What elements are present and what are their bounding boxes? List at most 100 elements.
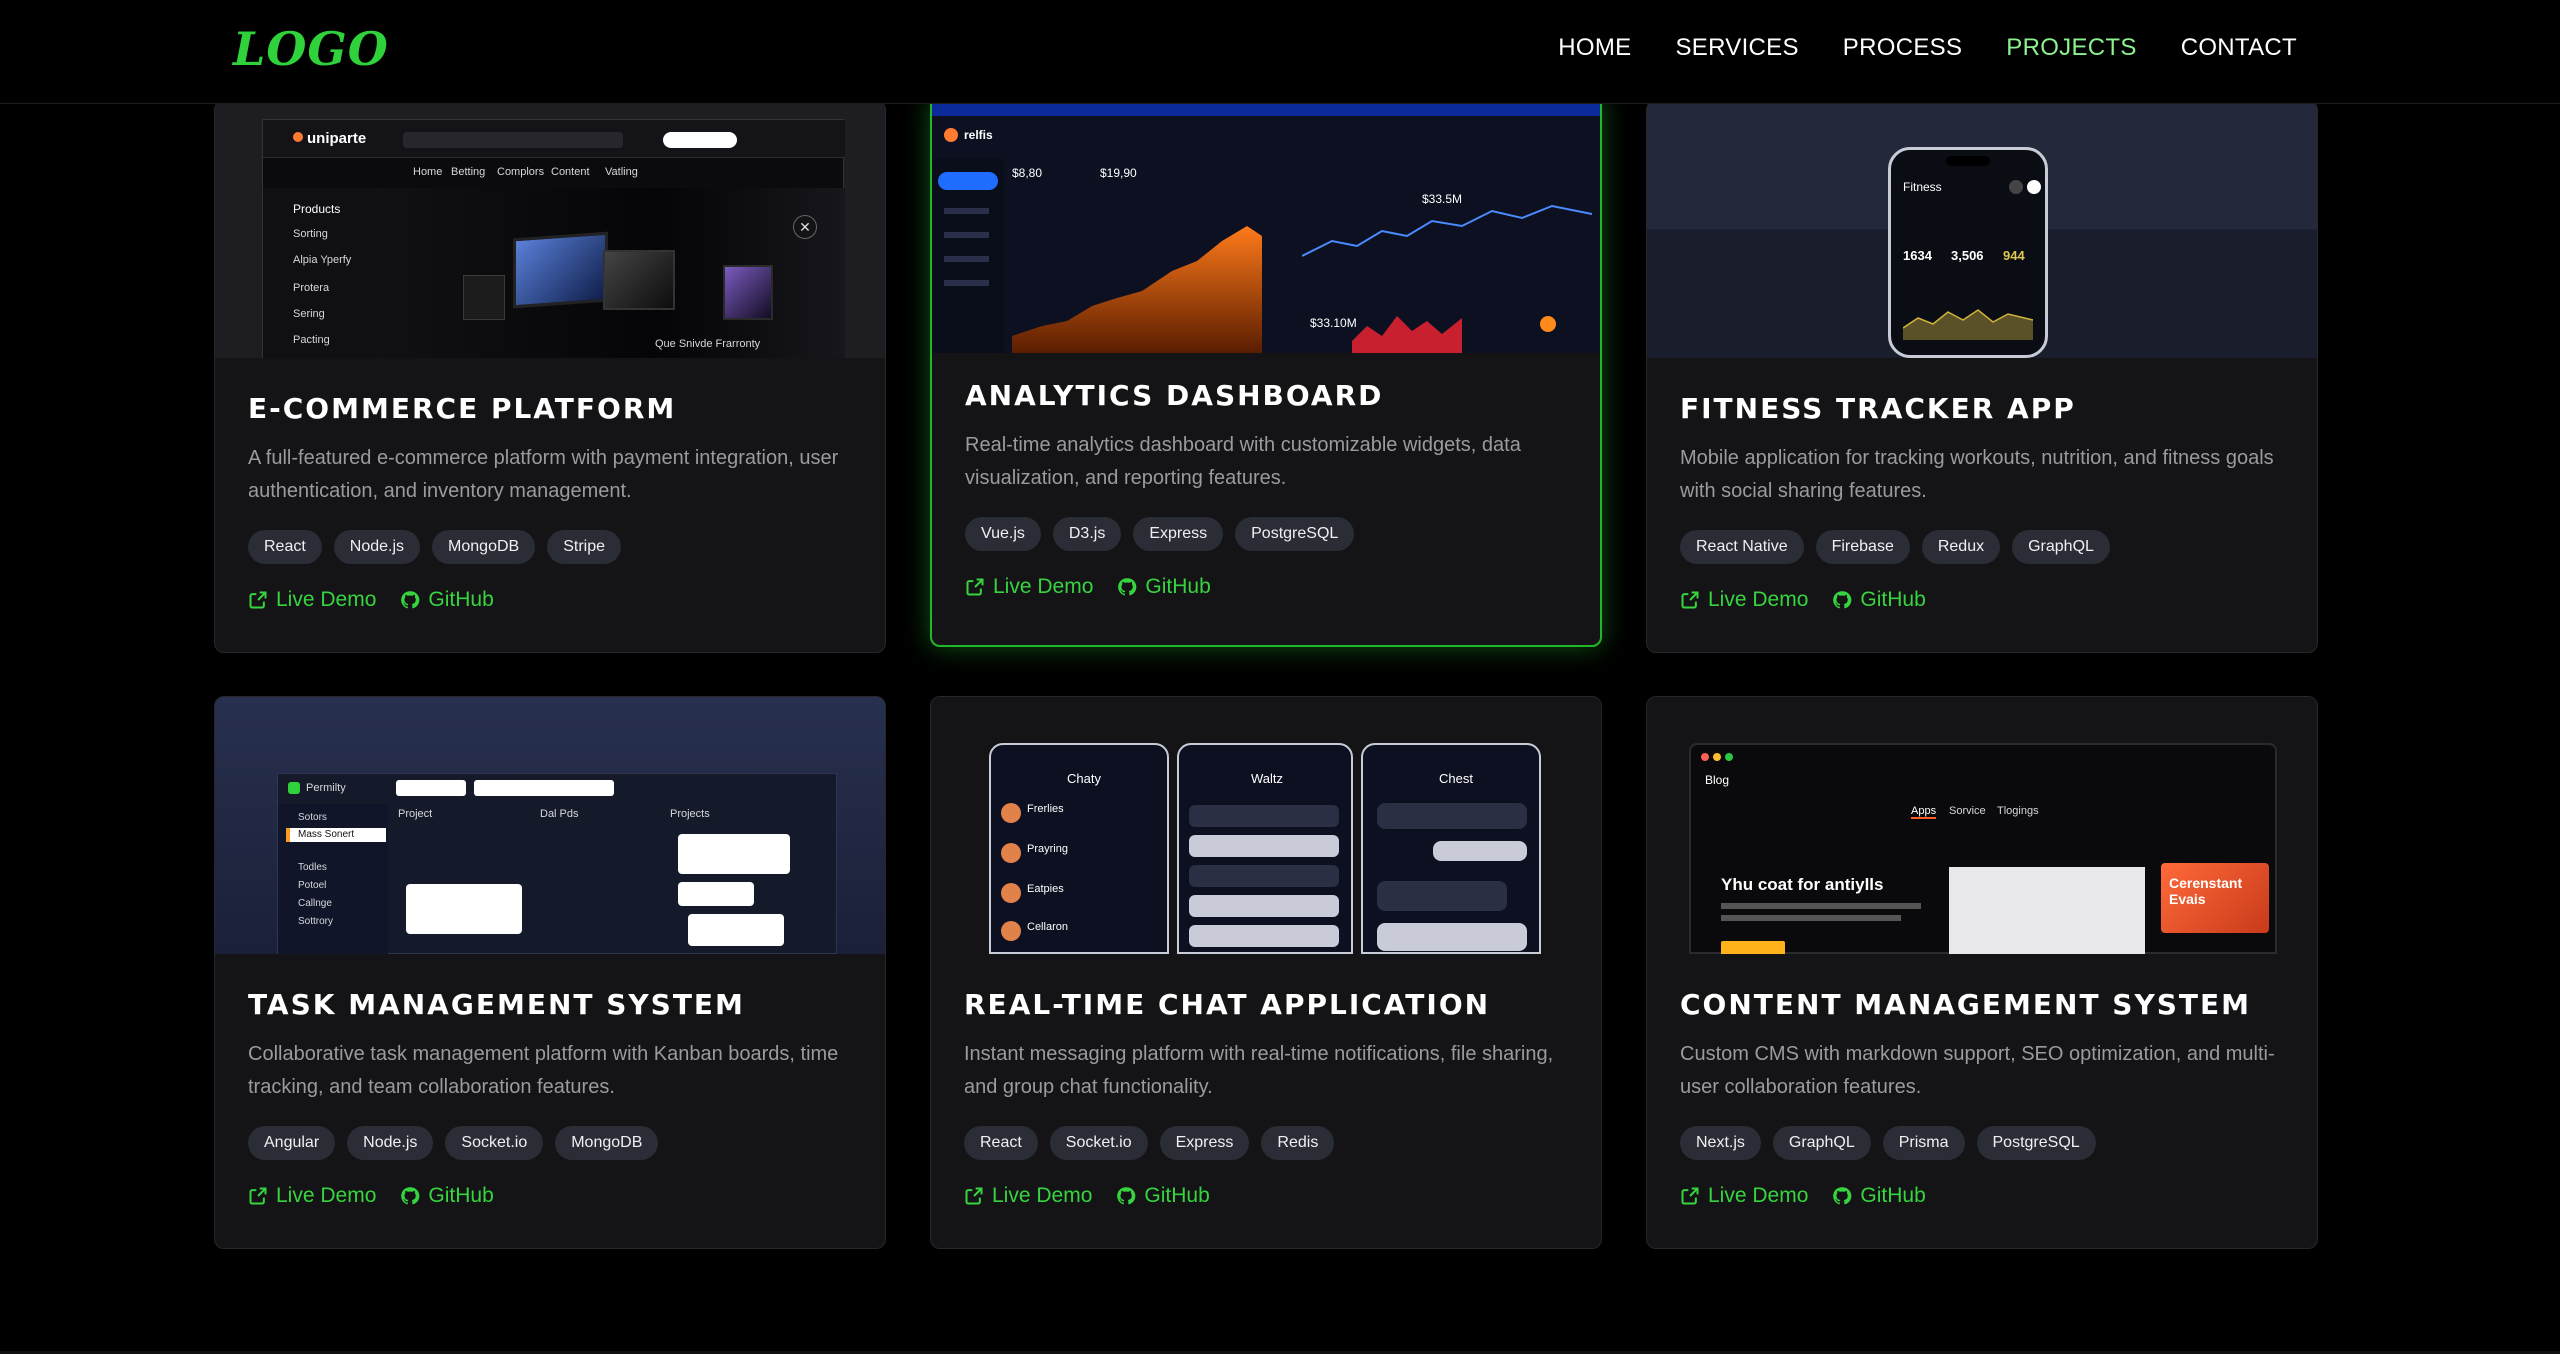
sidebar-item <box>944 232 989 238</box>
cms-back-label: Blog <box>1705 773 1730 787</box>
project-title: ANALYTICS DASHBOARD <box>965 379 1384 412</box>
window-dot <box>1725 753 1733 761</box>
ecommerce-search-bar <box>403 132 623 148</box>
github-label: GitHub <box>1860 588 1926 611</box>
project-description: Custom CMS with markdown support, SEO op… <box>1680 1043 2275 1098</box>
live-demo-link[interactable]: Live Demo <box>964 1184 1092 1208</box>
project-card-task-management[interactable]: Permilty Sotors Mass Sonert Todles Potoe… <box>214 696 886 1249</box>
contact-avatar <box>1001 921 1021 941</box>
project-card-ecommerce[interactable]: uniparte Home Betting Complors Content V… <box>214 100 886 653</box>
external-link-icon <box>249 591 267 609</box>
ecommerce-screen: uniparte Home Betting Complors Content V… <box>262 119 845 358</box>
live-demo-link[interactable]: Live Demo <box>1680 588 1808 612</box>
github-icon <box>401 591 420 609</box>
live-demo-label: Live Demo <box>993 575 1094 598</box>
close-icon[interactable]: ✕ <box>793 215 817 239</box>
chat-contact-3: Eatpies <box>1027 883 1064 895</box>
card-body: E-COMMERCE PLATFORM A full-featured e-co… <box>248 392 852 612</box>
cms-text-line <box>1721 915 1901 921</box>
project-links: Live Demo GitHub <box>1680 1184 2284 1208</box>
nav-home[interactable]: HOME <box>1558 34 1631 62</box>
contact-avatar <box>1001 883 1021 903</box>
tech-tag: Next.js <box>1680 1126 1761 1160</box>
live-demo-link[interactable]: Live Demo <box>248 588 376 612</box>
sidebar-item <box>944 208 989 214</box>
project-card-cms[interactable]: Blog Apps Sorvice Tlogings Yhu coat for … <box>1646 696 2318 1249</box>
orange-area-chart <box>1012 226 1262 353</box>
github-link[interactable]: GitHub <box>1117 575 1211 599</box>
github-link[interactable]: GitHub <box>400 1184 494 1208</box>
chat-phone-1: Chaty Frerlies Prayring Eatpies Cellaron <box>989 743 1169 954</box>
red-area-chart <box>1352 316 1462 353</box>
nav-services[interactable]: SERVICES <box>1675 34 1798 62</box>
ecommerce-sidebar-2: Sorting <box>293 228 328 240</box>
tech-tag: MongoDB <box>432 530 536 564</box>
task-sidebar-1: Sotors <box>298 812 327 823</box>
project-card-fitness[interactable]: Fitness 1634 3,506 944 FITNESS TRACKER A… <box>1646 100 2318 653</box>
live-demo-link[interactable]: Live Demo <box>248 1184 376 1208</box>
github-link[interactable]: GitHub <box>1832 588 1926 612</box>
fitness-stat-3: 944 <box>2003 248 2025 263</box>
ecommerce-sidebar-6: Pacting <box>293 334 330 346</box>
tech-tag: Express <box>1159 1126 1250 1160</box>
github-label: GitHub <box>1145 575 1211 598</box>
nav-process[interactable]: PROCESS <box>1843 34 1962 62</box>
tech-tag: Socket.io <box>1049 1126 1148 1160</box>
tech-tag: GraphQL <box>2012 530 2110 564</box>
card-body: FITNESS TRACKER APP Mobile application f… <box>1680 392 2284 612</box>
card-body: ANALYTICS DASHBOARD Real-time analytics … <box>965 379 1567 599</box>
github-label: GitHub <box>1860 1184 1926 1207</box>
tech-tag: GraphQL <box>1772 1126 1871 1160</box>
project-thumbnail: Blog Apps Sorvice Tlogings Yhu coat for … <box>1647 697 2317 954</box>
phone-notch <box>1946 156 1990 166</box>
contact-avatar <box>1001 803 1021 823</box>
profile-avatar-2 <box>2027 180 2041 194</box>
card-body: TASK MANAGEMENT SYSTEM Collaborative tas… <box>248 988 852 1208</box>
ecommerce-sidebar-5: Sering <box>293 308 325 320</box>
task-search <box>396 780 466 796</box>
ecommerce-sidebar-4: Protera <box>293 282 330 294</box>
live-demo-link[interactable]: Live Demo <box>965 575 1093 599</box>
sidebar-item <box>944 256 989 262</box>
github-link[interactable]: GitHub <box>1832 1184 1926 1208</box>
tech-tags: React Native Firebase Redux GraphQL <box>1680 530 2284 564</box>
project-links: Live Demo GitHub <box>964 1184 1568 1208</box>
cms-text-line <box>1721 903 1921 909</box>
cms-headline: Yhu coat for antiylls <box>1721 875 1884 894</box>
ecommerce-menu-1: Home <box>413 166 443 178</box>
nav-contact[interactable]: CONTACT <box>2181 34 2297 62</box>
project-description: Collaborative task management platform w… <box>248 1043 839 1098</box>
sidebar-item <box>944 280 989 286</box>
project-links: Live Demo GitHub <box>248 588 852 612</box>
logo[interactable]: LOGO <box>233 22 389 76</box>
cms-tab-2: Sorvice <box>1949 805 1986 817</box>
live-demo-link[interactable]: Live Demo <box>1680 1184 1808 1208</box>
analytics-metric-d: $19,90 <box>1100 166 1137 180</box>
external-link-icon <box>1681 591 1699 609</box>
ecommerce-menu-4: Content <box>551 166 590 178</box>
task-col-2: Dal Pds <box>540 808 579 820</box>
project-card-chat[interactable]: Chaty Frerlies Prayring Eatpies Cellaron… <box>930 696 1602 1249</box>
tech-tags: React Node.js MongoDB Stripe <box>248 530 852 564</box>
kanban-card <box>678 834 790 874</box>
tech-tag: Express <box>1133 517 1224 551</box>
tech-tag: Redis <box>1261 1126 1335 1160</box>
live-demo-label: Live Demo <box>1708 588 1809 611</box>
github-link[interactable]: GitHub <box>400 588 494 612</box>
github-label: GitHub <box>428 1184 494 1207</box>
nav-projects[interactable]: PROJECTS <box>2006 34 2136 62</box>
message-bubble <box>1189 865 1339 887</box>
message-bubble <box>1189 805 1339 827</box>
live-demo-label: Live Demo <box>276 1184 377 1207</box>
blue-line-chart <box>1302 204 1592 257</box>
chat-phone-2: Waltz <box>1177 743 1353 954</box>
ecommerce-search-pill <box>663 132 737 148</box>
project-description: Mobile application for tracking workouts… <box>1680 447 2274 502</box>
analytics-metric-c: $8,80 <box>1012 166 1043 180</box>
project-card-analytics[interactable]: relfis $8,80 $19,90 $33.5M $33.10M ANALY… <box>930 94 1602 647</box>
project-title: FITNESS TRACKER APP <box>1680 392 2076 425</box>
github-link[interactable]: GitHub <box>1116 1184 1210 1208</box>
tablet-image <box>723 265 773 320</box>
monitor-image <box>513 231 608 309</box>
github-icon <box>1833 591 1852 609</box>
